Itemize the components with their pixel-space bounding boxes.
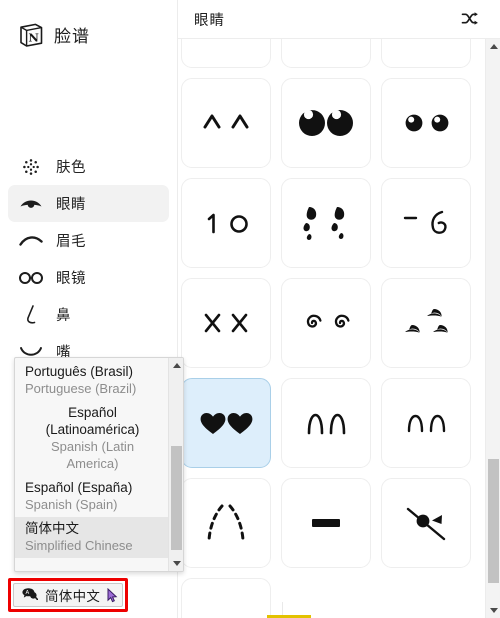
- language-english-name: Spanish (Latin America): [50, 439, 135, 471]
- language-native-name: Español (España): [25, 480, 133, 495]
- notion-cube-icon: N: [17, 21, 45, 49]
- language-button-label: 简体中文: [45, 589, 101, 604]
- language-option-pt-br[interactable]: Português (Brasil) Portuguese (Brazil): [15, 360, 168, 401]
- emoji-cell-eyes-big-round-shine[interactable]: [281, 78, 371, 168]
- language-option-es-es[interactable]: Español (España) Spanish (Spain): [15, 476, 168, 517]
- emoji-cell-eyes-dashed-lashes[interactable]: [181, 478, 271, 568]
- emoji-cell-eyes-dash-and-loop[interactable]: [381, 178, 471, 268]
- language-native-name: Português (Brasil): [25, 364, 134, 379]
- emoji-cell-eyes-blank-2[interactable]: [281, 39, 371, 68]
- emoji-cell-eyes-spiral-dizzy[interactable]: [281, 278, 371, 368]
- sidebar-item-skin-tone[interactable]: 肤色: [8, 148, 169, 185]
- language-option-zh-cn[interactable]: 简体中文 Simplified Chinese: [15, 517, 168, 558]
- scrollbar-thumb[interactable]: [171, 446, 182, 550]
- sidebar-nav: 肤色 眼睛 眉毛 眼镜 鼻 嘴: [0, 148, 177, 370]
- language-button-highlight: A 简体中文: [8, 578, 129, 612]
- emoji-cell-eyes-blank-1[interactable]: [181, 39, 271, 68]
- emoji-cell-eyes-caret-happy[interactable]: [181, 78, 271, 168]
- emoji-cell-eyes-hearts[interactable]: [181, 378, 271, 468]
- page-title: 眼睛: [194, 12, 225, 29]
- emoji-grid-scrollport: [178, 39, 484, 618]
- sidebar-item-eyebrows[interactable]: 眉毛: [8, 222, 169, 259]
- emoji-cell-eyes-blank-bottom[interactable]: [181, 578, 271, 618]
- triangle-down-icon[interactable]: [486, 603, 500, 618]
- brand: N 脸谱: [0, 0, 177, 52]
- sidebar-item-glasses[interactable]: 眼镜: [8, 259, 169, 296]
- sidebar-item-eyes[interactable]: 眼睛: [8, 185, 169, 222]
- sidebar-item-nose[interactable]: 鼻: [8, 296, 169, 333]
- emoji-cell-eyes-single-bar[interactable]: [281, 478, 371, 568]
- shuffle-random-icon[interactable]: [458, 7, 482, 31]
- triangle-down-icon[interactable]: [169, 556, 183, 571]
- emoji-cell-eyes-small-round-shine[interactable]: [381, 78, 471, 168]
- svg-text:A: A: [25, 590, 29, 596]
- language-dropdown[interactable]: Português (Brasil) Portuguese (Brazil) E…: [14, 357, 184, 572]
- sidebar: N 脸谱 肤色 眼睛 眉毛 眼镜 鼻 嘴 Português (Brasil) …: [0, 0, 184, 618]
- main-header: 眼睛: [178, 0, 500, 39]
- scrollbar-thumb[interactable]: [488, 459, 499, 583]
- sidebar-item-label: 鼻: [56, 308, 71, 324]
- sidebar-item-label: 眉毛: [56, 234, 86, 250]
- sidebar-item-label: 肤色: [56, 160, 86, 176]
- dotted-circle-icon: [18, 156, 44, 178]
- eyebrow-arc-icon: [18, 230, 44, 252]
- sidebar-item-label: 眼睛: [56, 197, 86, 213]
- language-english-name: Portuguese (Brazil): [25, 381, 137, 396]
- emoji-cell-eyes-upward-arch-up[interactable]: [381, 378, 471, 468]
- sidebar-item-label: 眼镜: [56, 271, 86, 287]
- emoji-cell-eyes-crying-tears[interactable]: [281, 178, 371, 268]
- emoji-cell-eyes-wink-one-open[interactable]: [181, 178, 271, 268]
- emoji-grid: [178, 39, 484, 618]
- language-option-es-419[interactable]: Español (Latinoamérica) Spanish (Latin A…: [15, 401, 168, 476]
- emoji-grid-scrollbar[interactable]: [485, 39, 500, 618]
- language-dropdown-scrollbar[interactable]: [168, 358, 183, 571]
- emoji-grid-region: [178, 39, 500, 618]
- emoji-cell-eyes-crossed-x[interactable]: [181, 278, 271, 368]
- emoji-cell-eyes-arrow-through[interactable]: [381, 478, 471, 568]
- main-panel: 眼睛: [178, 0, 500, 618]
- language-native-name: Español (Latinoamérica): [45, 405, 140, 437]
- language-english-name: Spanish (Spain): [25, 497, 118, 512]
- translate-language-icon: A: [21, 586, 39, 605]
- language-option-list: Português (Brasil) Portuguese (Brazil) E…: [15, 358, 168, 571]
- triangle-up-icon[interactable]: [486, 39, 500, 54]
- eye-icon: [18, 193, 44, 215]
- emoji-cell-eyes-blank-3[interactable]: [381, 39, 471, 68]
- glasses-icon: [18, 267, 44, 289]
- app-window: N 脸谱 肤色 眼睛 眉毛 眼镜 鼻 嘴 Português (Brasil) …: [0, 0, 500, 618]
- emoji-cell-eyes-three-lashes[interactable]: [381, 278, 471, 368]
- mouse-pointer-icon: [107, 587, 118, 603]
- emoji-cell-eyes-upward-arch-down[interactable]: [281, 378, 371, 468]
- brand-title: 脸谱: [54, 27, 90, 46]
- nose-icon: [18, 304, 44, 326]
- svg-text:N: N: [28, 30, 39, 44]
- language-english-name: Simplified Chinese: [25, 538, 133, 553]
- triangle-up-icon[interactable]: [169, 358, 183, 373]
- language-button[interactable]: A 简体中文: [13, 583, 124, 607]
- language-native-name: 简体中文: [25, 521, 79, 536]
